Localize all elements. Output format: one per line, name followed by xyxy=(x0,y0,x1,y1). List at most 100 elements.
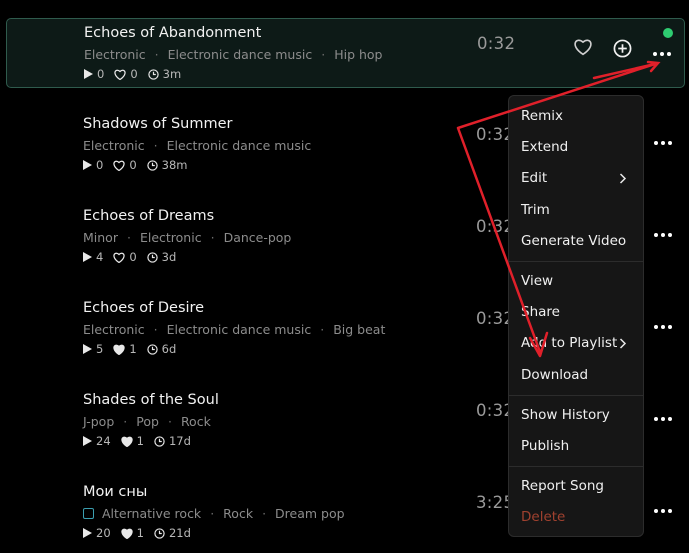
tag[interactable]: Electronic xyxy=(83,138,145,153)
more-options-button[interactable] xyxy=(652,132,674,154)
track-stats: 0 0 3m xyxy=(84,67,191,81)
track-stats: 0 0 38m xyxy=(83,158,198,172)
menu-item-show-history[interactable]: Show History xyxy=(521,407,610,423)
menu-item-add-to-playlist[interactable]: Add to Playlist xyxy=(521,335,617,351)
tag-separator: · xyxy=(320,322,325,337)
tag-separator: · xyxy=(210,506,215,521)
track-title[interactable]: Мои сны xyxy=(83,484,147,500)
tag[interactable]: Dream pop xyxy=(275,506,345,521)
menu-item-remix[interactable]: Remix xyxy=(521,108,563,124)
context-menu: Remix Extend Edit Trim Generate Video Vi… xyxy=(508,95,644,537)
play-icon xyxy=(83,160,92,170)
clock-icon xyxy=(147,68,159,80)
more-options-button[interactable] xyxy=(652,224,674,246)
heart-icon xyxy=(113,344,125,355)
menu-divider xyxy=(509,261,643,262)
more-options-button[interactable] xyxy=(651,43,673,65)
like-count: 1 xyxy=(121,434,144,448)
play-count: 24 xyxy=(83,434,111,448)
like-count: 0 xyxy=(113,250,137,264)
tag-separator: · xyxy=(167,414,172,429)
age: 3d xyxy=(146,250,176,264)
clock-icon xyxy=(146,251,158,263)
like-button[interactable] xyxy=(573,38,593,60)
tag[interactable]: Big beat xyxy=(333,322,385,337)
tag-separator: · xyxy=(154,47,159,62)
tag-separator: · xyxy=(321,47,326,62)
track-title[interactable]: Shades of the Soul xyxy=(83,392,219,408)
more-options-icon xyxy=(654,417,672,421)
age: 6d xyxy=(146,342,176,356)
heart-icon xyxy=(121,528,133,539)
play-count: 0 xyxy=(83,158,103,172)
heart-icon xyxy=(121,436,133,447)
age: 38m xyxy=(146,158,188,172)
menu-item-generate-video[interactable]: Generate Video xyxy=(521,233,626,249)
tag-separator: · xyxy=(153,138,158,153)
menu-item-trim[interactable]: Trim xyxy=(521,202,550,218)
menu-item-publish[interactable]: Publish xyxy=(521,438,569,454)
play-count: 0 xyxy=(84,67,104,81)
chevron-right-icon xyxy=(619,173,627,184)
track-duration: 0:32 xyxy=(477,34,516,53)
track-title[interactable]: Echoes of Desire xyxy=(83,300,204,316)
more-options-button[interactable] xyxy=(652,408,674,430)
track-stats: 20 1 21d xyxy=(83,526,201,540)
like-count: 0 xyxy=(113,158,137,172)
tag[interactable]: Electronic dance music xyxy=(167,322,312,337)
tag[interactable]: Electronic xyxy=(83,322,145,337)
chevron-right-icon xyxy=(619,338,627,349)
tag[interactable]: J-pop xyxy=(83,414,114,429)
track-row-selected[interactable]: Echoes of Abandonment Electronic · Electr… xyxy=(6,18,685,88)
heart-icon xyxy=(113,160,125,171)
play-icon xyxy=(83,436,92,446)
play-count: 5 xyxy=(83,342,103,356)
play-icon xyxy=(84,69,93,79)
more-options-icon xyxy=(654,233,672,237)
play-count: 4 xyxy=(83,250,103,264)
track-tags: J-pop · Pop · Rock xyxy=(83,414,211,429)
tag[interactable]: Electronic dance music xyxy=(167,138,312,153)
menu-item-view[interactable]: View xyxy=(521,273,553,289)
tag[interactable]: Minor xyxy=(83,230,118,245)
menu-item-delete[interactable]: Delete xyxy=(521,509,565,525)
track-title[interactable]: Shadows of Summer xyxy=(83,116,233,132)
tag-separator: · xyxy=(153,322,158,337)
menu-item-download[interactable]: Download xyxy=(521,367,588,383)
menu-item-edit[interactable]: Edit xyxy=(521,170,547,186)
age: 3m xyxy=(147,67,181,81)
track-title[interactable]: Echoes of Dreams xyxy=(83,208,214,224)
track-stats: 5 1 6d xyxy=(83,342,186,356)
heart-icon xyxy=(114,69,126,80)
tag[interactable]: Alternative rock xyxy=(102,506,201,521)
menu-item-extend[interactable]: Extend xyxy=(521,139,568,155)
tag[interactable]: Hip hop xyxy=(334,47,382,62)
tag[interactable]: Pop xyxy=(136,414,159,429)
track-tags: Alternative rock · Rock · Dream pop xyxy=(83,506,345,521)
track-tags: Electronic · Electronic dance music · Big … xyxy=(83,322,385,337)
more-options-button[interactable] xyxy=(652,500,674,522)
add-to-playlist-button[interactable] xyxy=(613,39,632,62)
tag[interactable]: Rock xyxy=(223,506,253,521)
tag[interactable]: Dance-pop xyxy=(224,230,292,245)
tag[interactable]: Rock xyxy=(181,414,211,429)
play-icon xyxy=(83,528,92,538)
more-options-icon xyxy=(653,52,671,56)
status-dot xyxy=(663,28,673,38)
like-count: 1 xyxy=(121,526,144,540)
play-icon xyxy=(83,344,92,354)
track-title[interactable]: Echoes of Abandonment xyxy=(84,25,261,41)
tag[interactable]: Electronic xyxy=(84,47,146,62)
tag[interactable]: Electronic xyxy=(140,230,202,245)
like-count: 0 xyxy=(114,67,138,81)
add-circle-icon xyxy=(613,39,632,58)
tag-separator: · xyxy=(262,506,267,521)
clock-icon xyxy=(146,343,158,355)
menu-item-report-song[interactable]: Report Song xyxy=(521,478,604,494)
menu-item-share[interactable]: Share xyxy=(521,304,560,320)
tag-separator: · xyxy=(126,230,131,245)
track-stats: 4 0 3d xyxy=(83,250,186,264)
more-options-button[interactable] xyxy=(652,316,674,338)
tag[interactable]: Electronic dance music xyxy=(168,47,313,62)
tag-separator: · xyxy=(210,230,215,245)
